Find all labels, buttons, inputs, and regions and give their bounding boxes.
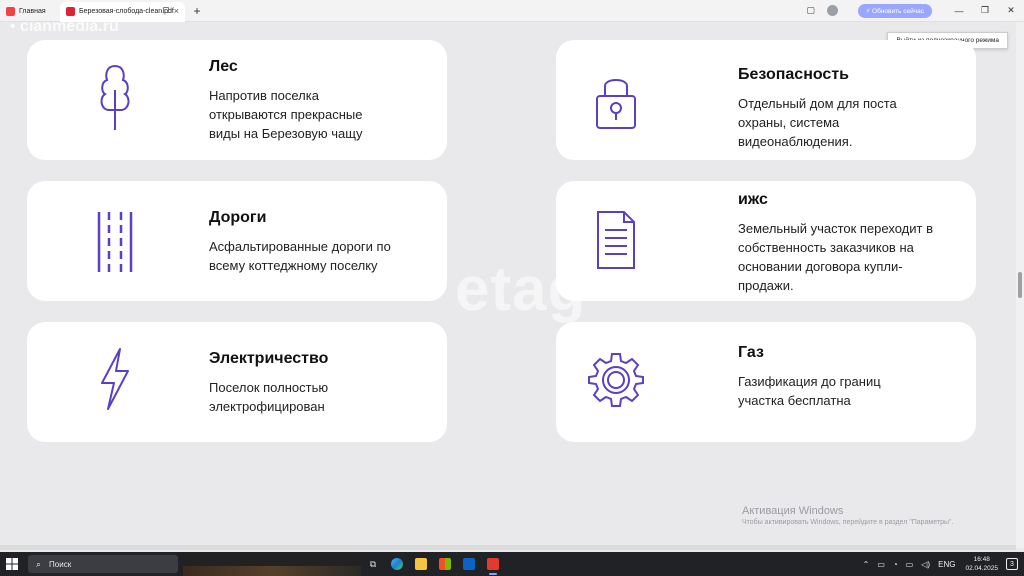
- watermark-top: • cianmedia.ru: [10, 22, 119, 35]
- search-placeholder: Поиск: [49, 559, 72, 569]
- feature-card-roads: Дороги Асфальтированные дороги по всему …: [27, 181, 447, 301]
- volume-icon[interactable]: ◁): [921, 560, 930, 569]
- clock-time: 16:48: [973, 556, 990, 563]
- feature-card-forest: Лес Напротив поселка открываются прекрас…: [27, 40, 447, 160]
- battery-icon[interactable]: ▭: [906, 560, 914, 569]
- restore-icon[interactable]: ❐: [972, 5, 998, 16]
- card-title: Дороги: [209, 209, 267, 226]
- windows-logo-icon: [6, 558, 18, 570]
- tab-label: Главная: [19, 8, 46, 15]
- document-icon: [586, 205, 646, 275]
- card-description: Поселок полностью электрофицирован: [209, 380, 329, 414]
- file-explorer-icon[interactable]: [409, 552, 433, 576]
- card-description: Отдельный дом для поста охраны, система …: [738, 96, 897, 149]
- activation-title: Активация Windows: [742, 505, 844, 517]
- store-icon[interactable]: [433, 552, 457, 576]
- clock[interactable]: 16:48 02.04.2025: [965, 555, 998, 573]
- taskbar-search[interactable]: ⌕ Поиск: [28, 555, 178, 573]
- card-description: Напротив поселка открываются прекрасные …: [209, 88, 363, 141]
- card-title: Лес: [209, 58, 238, 75]
- card-description: Земельный участок переходит в собственно…: [738, 221, 933, 293]
- card-title: Газ: [738, 344, 764, 361]
- new-tab-button[interactable]: +: [189, 4, 205, 18]
- taskbar-widget-image[interactable]: [183, 552, 361, 576]
- start-button[interactable]: [0, 552, 24, 576]
- road-icon: [85, 207, 145, 277]
- card-title: ижс: [738, 191, 768, 208]
- card-title: Электричество: [209, 350, 329, 367]
- tab-label: Березовая-слобода-clean.pdf: [79, 8, 174, 15]
- yandex-favicon-icon: [6, 7, 15, 16]
- gear-icon: [586, 344, 646, 414]
- tab-home[interactable]: Главная: [0, 2, 60, 22]
- windows-activation-notice: Активация Windows Чтобы активировать Win…: [742, 505, 953, 526]
- update-now-button[interactable]: ⚡ Обновить сейчас: [857, 3, 932, 18]
- pdf-viewport[interactable]: • cianmedia.ru etag Лес Напротив поселка…: [0, 22, 1016, 548]
- feature-card-izhs: ижс Земельный участок переходит в собств…: [556, 181, 976, 301]
- tray-app-icon[interactable]: ▭: [877, 560, 885, 569]
- search-icon: ⌕: [36, 558, 42, 569]
- outlook-icon[interactable]: [457, 552, 481, 576]
- minimize-icon[interactable]: —: [946, 6, 972, 16]
- browser-toolbar: Главная Березовая-слобода-clean.pdf × + …: [0, 0, 1024, 22]
- activation-subtitle: Чтобы активировать Windows, перейдите в …: [742, 519, 954, 526]
- profile-avatar[interactable]: [826, 4, 840, 18]
- media-icon[interactable]: [163, 6, 169, 13]
- windows-taskbar: ⌕ Поиск ⧉ ⌃ ▭ ◔ ▭ ◁) ENG 16:48 02.04.202…: [0, 552, 1024, 576]
- lightning-icon: [85, 344, 145, 414]
- language-indicator[interactable]: ENG: [938, 560, 955, 569]
- notifications-icon[interactable]: 3: [1006, 558, 1018, 570]
- tab-pdf[interactable]: Березовая-слобода-clean.pdf ×: [60, 1, 185, 22]
- close-window-icon[interactable]: ✕: [998, 5, 1024, 16]
- scrollbar-thumb[interactable]: [1018, 272, 1022, 298]
- horizontal-scrollbar[interactable]: [0, 545, 1016, 550]
- lock-icon: [586, 66, 646, 136]
- wifi-icon[interactable]: ◔: [893, 560, 898, 569]
- chevron-up-icon[interactable]: ⌃: [863, 560, 870, 569]
- vertical-scrollbar[interactable]: [1016, 22, 1024, 548]
- task-view-icon[interactable]: ⧉: [361, 552, 385, 576]
- yandex-browser-icon[interactable]: [481, 552, 505, 576]
- card-description: Газификация до границ участка бесплатна: [738, 374, 881, 408]
- collections-icon[interactable]: ▢: [804, 4, 818, 18]
- tree-icon: [85, 62, 145, 132]
- system-tray: ⌃ ▭ ◔ ▭ ◁) ENG 16:48 02.04.2025 3: [859, 555, 1024, 573]
- card-description: Асфальтированные дороги по всему коттедж…: [209, 239, 391, 273]
- card-title: Безопасность: [738, 66, 849, 83]
- feature-card-security: Безопасность Отдельный дом для поста охр…: [556, 40, 976, 160]
- close-tab-icon[interactable]: ×: [174, 6, 179, 16]
- feature-card-gas: Газ Газификация до границ участка беспла…: [556, 322, 976, 442]
- clock-date: 02.04.2025: [965, 565, 998, 572]
- feature-card-electricity: Электричество Поселок полностью электроф…: [27, 322, 447, 442]
- edge-icon[interactable]: [385, 552, 409, 576]
- pdf-favicon-icon: [66, 7, 75, 16]
